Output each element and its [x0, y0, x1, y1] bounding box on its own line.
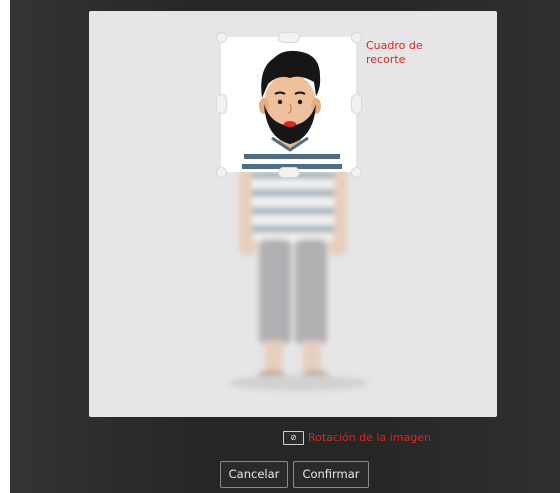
crop-handle-top[interactable] — [278, 32, 300, 43]
cancel-button[interactable]: Cancelar — [220, 461, 288, 488]
crop-box-annotation: Cuadro de recorte — [366, 39, 423, 66]
crop-handle-right[interactable] — [351, 94, 362, 114]
crop-handle-bottom-left[interactable] — [216, 167, 227, 178]
rotate-icon: ⊘ — [290, 433, 297, 442]
rotate-button[interactable]: ⊘ — [283, 431, 304, 445]
crop-handle-left[interactable] — [216, 94, 227, 114]
crop-handle-bottom[interactable] — [278, 167, 300, 178]
image-crop-canvas[interactable] — [89, 11, 497, 417]
cropped-portrait-image — [242, 50, 342, 171]
crop-handle-bottom-right[interactable] — [351, 167, 362, 178]
crop-box[interactable] — [221, 37, 356, 172]
confirm-button[interactable]: Confirmar — [293, 461, 369, 488]
crop-handle-top-right[interactable] — [351, 32, 362, 43]
crop-handle-top-left[interactable] — [216, 32, 227, 43]
rotation-annotation: Rotación de la imagen — [308, 431, 432, 444]
